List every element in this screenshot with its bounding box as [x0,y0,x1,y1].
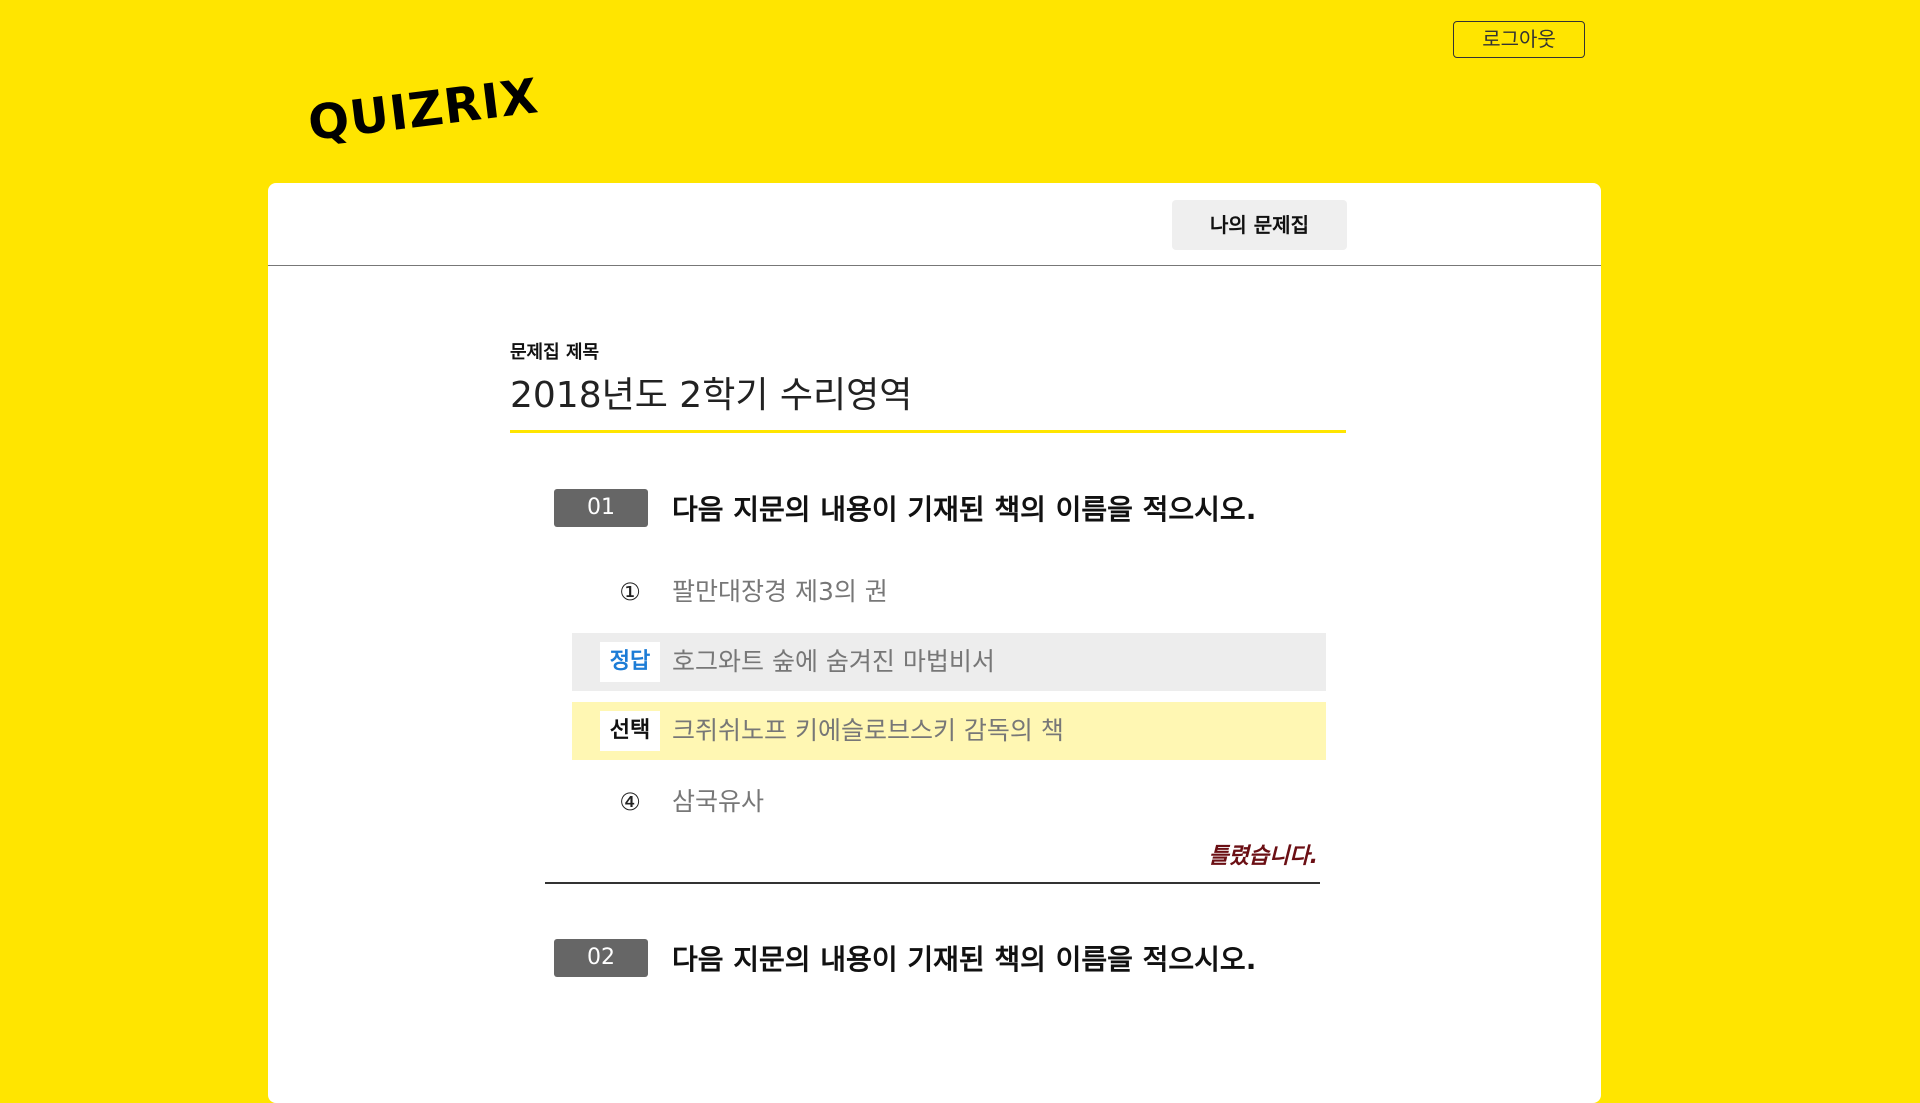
option-text: 크쥐쉬노프 키에슬로브스키 감독의 책 [672,716,1064,745]
quiz-title: 2018년도 2학기 수리영역 [510,375,913,416]
option-marker: ④ [619,788,641,816]
option-4[interactable]: ④ 삼국유사 [572,773,1326,831]
logout-button[interactable]: 로그아웃 [1453,21,1585,58]
result-message: 틀렸습니다. [1208,844,1318,869]
title-underline [510,430,1346,433]
correct-answer-tag: 정답 [600,642,660,682]
question-divider [545,882,1320,884]
my-quiz-button[interactable]: 나의 문제집 [1172,200,1347,250]
option-marker: ① [619,578,641,606]
quiz-title-label: 문제집 제목 [510,342,600,363]
option-text: 호그와트 숲에 숨겨진 마법비서 [672,647,995,676]
option-2-correct[interactable]: 정답 호그와트 숲에 숨겨진 마법비서 [572,633,1326,691]
option-1[interactable]: ① 팔만대장경 제3의 권 [572,563,1326,621]
selected-answer-tag: 선택 [600,711,660,751]
panel-header: 나의 문제집 [268,183,1601,266]
option-text: 삼국유사 [672,787,765,816]
question-number-badge: 01 [554,489,648,527]
main-panel: 나의 문제집 문제집 제목 2018년도 2학기 수리영역 01 다음 지문의 … [268,183,1601,1103]
quizrix-logo[interactable]: QUIZRIX [305,68,541,152]
question-number-badge: 02 [554,939,648,977]
question-text: 다음 지문의 내용이 기재된 책의 이름을 적으시오. [672,943,1257,976]
option-3-selected[interactable]: 선택 크쥐쉬노프 키에슬로브스키 감독의 책 [572,702,1326,760]
option-text: 팔만대장경 제3의 권 [672,577,888,606]
question-text: 다음 지문의 내용이 기재된 책의 이름을 적으시오. [672,493,1257,526]
